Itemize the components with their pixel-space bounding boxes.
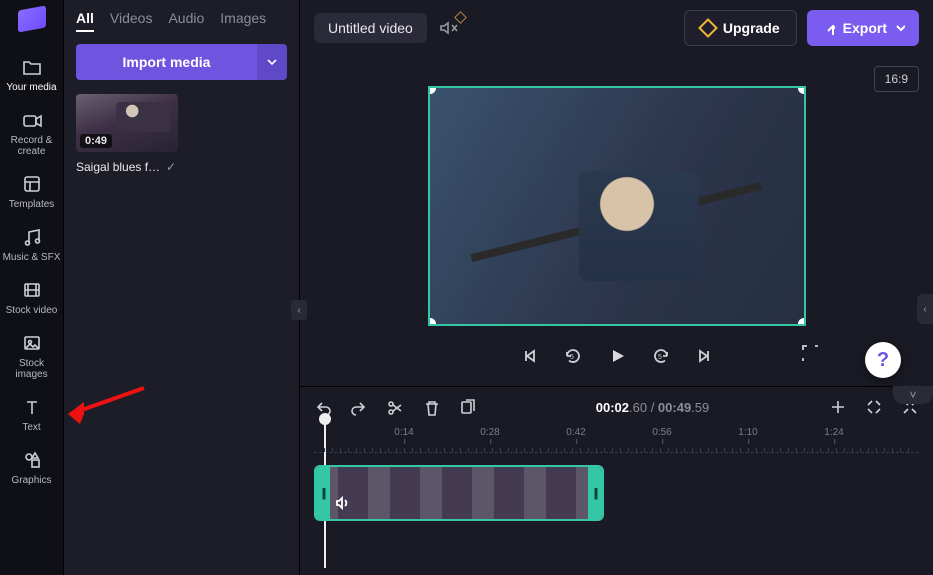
rail-item-music-sfx[interactable]: Music & SFX [2,218,62,271]
resize-handle-br[interactable] [798,318,806,326]
tab-all[interactable]: All [76,10,94,32]
main-area: Untitled video Upgrade Export 16:9 [300,0,933,575]
media-thumbnail: 0:49 [76,94,178,152]
diamond-icon [698,18,718,38]
tab-audio[interactable]: Audio [168,10,204,32]
add-track-button[interactable] [829,398,847,416]
import-media-dropdown[interactable] [257,44,287,80]
clip-trim-handle-left[interactable]: || [316,467,330,519]
help-label: ? [877,349,889,372]
rail-label: Text [22,422,40,433]
upgrade-label: Upgrade [723,20,780,36]
rewind-5-button[interactable]: 5 [563,346,583,366]
ruler-tick: 0:14 [394,427,413,438]
rail-label: Stock video [6,305,58,316]
ruler-tick: 1:24 [824,427,843,438]
rail-item-templates[interactable]: Templates [2,165,62,218]
timeline-tracks[interactable]: Saigal blues file 4.mp4 || || [314,465,919,521]
export-button[interactable]: Export [807,10,919,46]
rail-item-graphics[interactable]: Graphics [2,441,62,494]
media-panel: All Videos Audio Images Import media 0:4… [64,0,300,575]
rail-item-record-create[interactable]: Record & create [2,101,62,165]
project-title[interactable]: Untitled video [314,13,427,43]
tab-videos[interactable]: Videos [110,10,153,32]
video-preview[interactable] [428,86,806,326]
rail-label: Record & create [11,135,53,157]
rail-label: Templates [9,199,55,210]
text-icon [21,396,43,418]
resize-handle-bl[interactable] [428,318,436,326]
rail-label: Your media [6,82,56,93]
rail-label: Music & SFX [3,252,61,263]
help-button[interactable]: ? [865,342,901,378]
film-icon [21,279,43,301]
ruler-tick: 0:42 [566,427,585,438]
skip-end-button[interactable] [695,346,715,366]
ruler-tick: 1:10 [738,427,757,438]
redo-button[interactable] [350,398,368,416]
audio-mute-premium-icon[interactable] [437,17,459,39]
total-time-frac: .59 [691,400,709,415]
timeline: 00:02.60 / 00:49.59 0:14 0:28 0:42 0:56 1:10… [300,386,933,575]
image-icon [21,332,43,354]
preview-wrapper [428,86,806,326]
media-name: Saigal blues f… [76,160,160,174]
rail-item-text[interactable]: Text [2,388,62,441]
rail-item-stock-video[interactable]: Stock video [2,271,62,324]
split-button[interactable] [386,398,404,416]
fullscreen-button[interactable] [800,343,818,364]
topbar: Untitled video Upgrade Export [300,0,933,56]
media-item[interactable]: 0:49 Saigal blues f… ✓ [76,94,178,174]
right-panel-pull[interactable]: ‹ [917,294,933,324]
duplicate-button[interactable] [458,398,476,416]
chevron-down-icon [895,23,905,33]
rail-item-stock-images[interactable]: Stock images [2,324,62,388]
export-label: Export [843,20,887,36]
rail-item-your-media[interactable]: Your media [2,48,62,101]
delete-button[interactable] [422,398,440,416]
rail-label: Graphics [11,475,51,486]
resize-handle-tl[interactable] [428,86,436,94]
upload-icon [821,21,835,35]
skip-start-button[interactable] [519,346,539,366]
graphics-icon [21,449,43,471]
tab-images[interactable]: Images [220,10,266,32]
app-logo [18,6,46,33]
resize-handle-tr[interactable] [798,86,806,94]
check-icon: ✓ [166,160,176,174]
clip-audio-icon[interactable] [334,495,350,511]
svg-text:5: 5 [570,354,574,361]
templates-icon [21,173,43,195]
rail-label: Stock images [15,358,47,380]
timeline-ruler[interactable]: 0:14 0:28 0:42 0:56 1:10 1:24 [314,427,919,453]
zoom-out-button[interactable] [865,398,883,416]
total-time: 00:49 [658,400,691,415]
preview-zone: 5 5 ? ˅ [300,56,933,386]
current-time-frac: .60 [629,400,647,415]
timeline-timecode: 00:02.60 / 00:49.59 [494,400,811,415]
left-rail: Your media Record & create Templates Mus… [0,0,64,575]
upgrade-button[interactable]: Upgrade [684,10,797,46]
camera-icon [21,109,43,131]
music-icon [21,226,43,248]
forward-5-button[interactable]: 5 [651,346,671,366]
ruler-tick: 0:56 [652,427,671,438]
video-clip[interactable]: Saigal blues file 4.mp4 || || [314,465,604,521]
media-tabs: All Videos Audio Images [76,10,287,32]
media-duration: 0:49 [80,134,112,148]
play-button[interactable] [607,346,627,366]
controls-expand-button[interactable]: ˅ [893,386,933,404]
import-media-button[interactable]: Import media [76,44,257,80]
playback-controls: 5 5 [519,346,715,366]
ruler-tick: 0:28 [480,427,499,438]
clip-trim-handle-right[interactable]: || [588,467,602,519]
current-time: 00:02 [596,400,629,415]
timeline-toolbar: 00:02.60 / 00:49.59 [300,387,933,427]
chevron-down-icon [267,57,277,67]
svg-text:5: 5 [658,354,662,361]
folder-icon [21,56,43,78]
